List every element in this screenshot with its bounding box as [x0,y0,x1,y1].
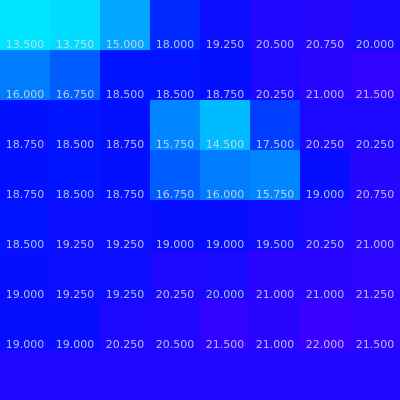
heatmap-cell-r7-c2 [100,350,151,400]
heatmap-cell-r7-c6 [300,350,351,400]
cell-value-label-r3-c4: 16.000 [206,188,245,201]
heatmap-chart: 13.500 13.750 15.000 18.000 19.250 20.500 20.7… [0,0,400,400]
cell-value-label-r4-c2: 19.250 [106,238,145,251]
cell-value-label-r0-c5: 20.500 [256,38,295,51]
cell-value-label-r2-c4: 14.500 [206,138,245,151]
cell-value-label-r1-c7: 21.500 [356,88,395,101]
cell-value-label-r5-c6: 21.000 [306,288,345,301]
heatmap-cell-r7-c1 [50,350,101,400]
cell-value-label-r5-c2: 19.250 [106,288,145,301]
cell-value-label-r5-c3: 20.250 [156,288,195,301]
cell-value-label-r5-c1: 19.250 [56,288,95,301]
cell-value-label-r2-c0: 18.750 [6,138,45,151]
cell-value-label-r6-c7: 21.500 [356,338,395,351]
cell-value-label-r2-c6: 20.250 [306,138,345,151]
cell-value-label-r4-c6: 20.250 [306,238,345,251]
cell-value-label-r0-c4: 19.250 [206,38,245,51]
cell-value-label-r6-c2: 20.250 [106,338,145,351]
cell-value-label-r5-c4: 20.000 [206,288,245,301]
cell-value-label-r4-c0: 18.500 [6,238,45,251]
cell-value-label-r2-c2: 18.750 [106,138,145,151]
cell-value-label-r1-c3: 18.500 [156,88,195,101]
cell-value-label-r3-c5: 15.750 [256,188,295,201]
cell-value-label-r4-c7: 21.000 [356,238,395,251]
cell-value-label-r6-c4: 21.500 [206,338,245,351]
heatmap-cell-r7-c4 [200,350,251,400]
cell-value-label-r0-c3: 18.000 [156,38,195,51]
cell-value-label-r1-c5: 20.250 [256,88,295,101]
cell-value-label-r3-c1: 18.500 [56,188,95,201]
cell-value-label-r4-c5: 19.500 [256,238,295,251]
cell-value-label-r0-c1: 13.750 [56,38,95,51]
cell-value-label-r0-c6: 20.750 [306,38,345,51]
cell-value-label-r1-c6: 21.000 [306,88,345,101]
cell-value-label-r5-c5: 21.000 [256,288,295,301]
cell-value-label-r2-c7: 20.250 [356,138,395,151]
cell-value-label-r1-c1: 16.750 [56,88,95,101]
cell-value-label-r5-c7: 21.250 [356,288,395,301]
cell-value-label-r2-c3: 15.750 [156,138,195,151]
cell-value-label-r3-c7: 20.750 [356,188,395,201]
heatmap-cell-r7-c5 [250,350,301,400]
cell-value-label-r4-c3: 19.000 [156,238,195,251]
cell-value-label-r0-c0: 13.500 [6,38,45,51]
heatmap-cell-r7-c0 [0,350,51,400]
cell-value-label-r3-c2: 18.750 [106,188,145,201]
heatmap-cell-r7-c7 [350,350,400,400]
cell-value-label-r4-c1: 19.250 [56,238,95,251]
cell-value-label-r1-c2: 18.500 [106,88,145,101]
cell-value-label-r6-c3: 20.500 [156,338,195,351]
cell-value-label-r0-c7: 20.000 [356,38,395,51]
cell-value-label-r0-c2: 15.000 [106,38,145,51]
cell-value-label-r3-c3: 16.750 [156,188,195,201]
cell-value-label-r6-c0: 19.000 [6,338,45,351]
cell-value-label-r6-c1: 19.000 [56,338,95,351]
cell-value-label-r1-c4: 18.750 [206,88,245,101]
heatmap-cell-r7-c3 [150,350,201,400]
cell-value-label-r2-c5: 17.500 [256,138,295,151]
cell-value-label-r3-c6: 19.000 [306,188,345,201]
cell-value-label-r5-c0: 19.000 [6,288,45,301]
cell-value-label-r6-c5: 21.000 [256,338,295,351]
cell-value-label-r2-c1: 18.500 [56,138,95,151]
cell-value-label-r1-c0: 16.000 [6,88,45,101]
cell-value-label-r3-c0: 18.750 [6,188,45,201]
cell-value-label-r4-c4: 19.000 [206,238,245,251]
cell-value-label-r6-c6: 22.000 [306,338,345,351]
